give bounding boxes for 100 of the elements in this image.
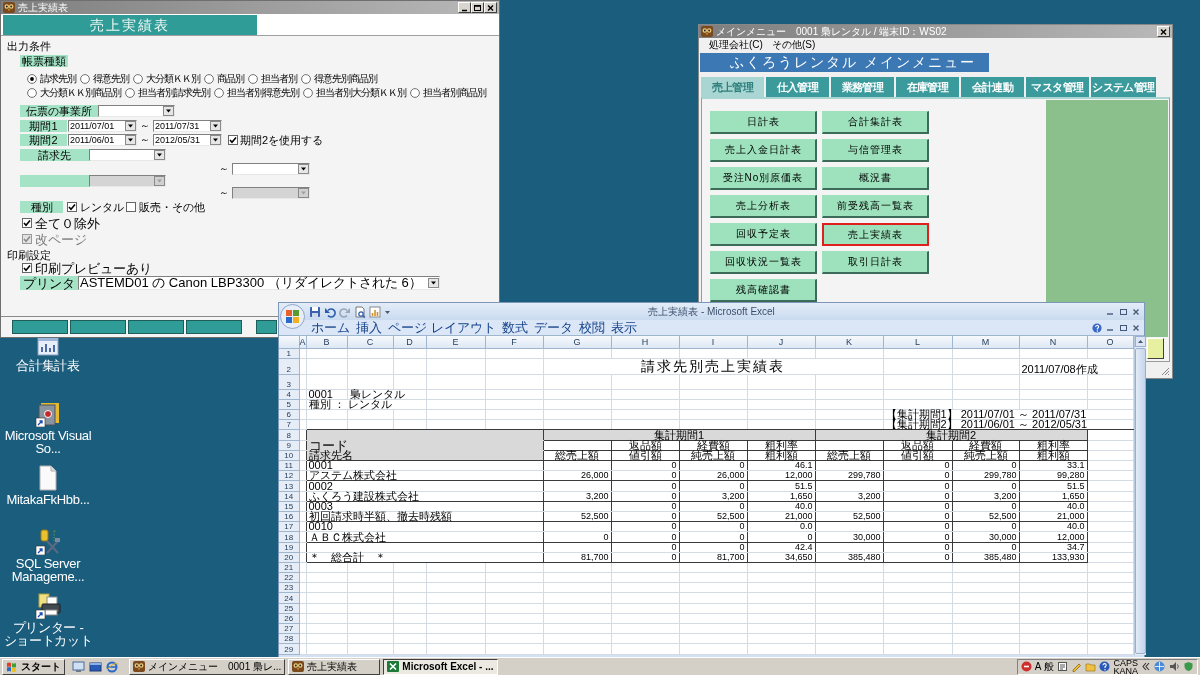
close-button[interactable] bbox=[1157, 26, 1170, 37]
radio-button[interactable] bbox=[410, 88, 420, 98]
window-icon[interactable] bbox=[89, 660, 102, 673]
row-number[interactable]: 27 bbox=[279, 623, 299, 634]
checkbox[interactable] bbox=[126, 202, 136, 212]
menu-item[interactable]: 処理会社(C) bbox=[709, 39, 763, 50]
dropdown-arrow-icon[interactable] bbox=[298, 164, 309, 174]
dropdown-field[interactable]: 2011/07/31 bbox=[153, 120, 222, 132]
dropdown-field[interactable]: ASTEMD01 の Canon LBP3300 （リダイレクトされた 6） bbox=[78, 276, 440, 290]
dropdown-arrow-icon[interactable] bbox=[154, 150, 165, 160]
dropdown-arrow-icon[interactable] bbox=[210, 121, 221, 131]
ribbon-tab[interactable]: 挿入 bbox=[356, 321, 382, 334]
dropdown-arrow-icon[interactable] bbox=[210, 135, 221, 145]
row-number[interactable]: 23 bbox=[279, 582, 299, 593]
row-number[interactable]: 16 bbox=[279, 511, 299, 522]
row-number[interactable]: 7 bbox=[279, 419, 299, 430]
taskbar-button[interactable]: Microsoft Excel - ... bbox=[383, 658, 498, 675]
browser-icon[interactable] bbox=[106, 660, 118, 673]
row-number[interactable]: 10 bbox=[279, 450, 299, 461]
taskbar-button[interactable]: 売上実績表 bbox=[288, 658, 381, 675]
row-number[interactable]: 28 bbox=[279, 633, 299, 644]
save-icon[interactable] bbox=[309, 305, 321, 318]
globe-icon[interactable] bbox=[1153, 661, 1166, 672]
taskbar-button[interactable]: メインメニュー 0001 梟レ... bbox=[129, 658, 286, 675]
monitor-icon[interactable] bbox=[72, 660, 85, 673]
row-number[interactable]: 25 bbox=[279, 603, 299, 614]
row-number[interactable]: 21 bbox=[279, 562, 299, 573]
column-letter[interactable]: E bbox=[426, 336, 485, 348]
column-letter[interactable]: H bbox=[611, 336, 679, 348]
speaker-icon[interactable] bbox=[1169, 661, 1180, 672]
column-letter[interactable]: D bbox=[393, 336, 426, 348]
close-button[interactable] bbox=[484, 2, 497, 13]
row-number[interactable]: 8 bbox=[279, 429, 299, 441]
column-letter[interactable]: F bbox=[485, 336, 543, 348]
row-number[interactable]: 5 bbox=[279, 399, 299, 410]
row-number[interactable]: 24 bbox=[279, 592, 299, 604]
row-number[interactable]: 12 bbox=[279, 470, 299, 481]
report-menu-button[interactable]: 取引日計表 bbox=[822, 251, 929, 274]
report-menu-button[interactable]: 売上分析表 bbox=[710, 195, 817, 218]
report-menu-button[interactable]: 受注No別原価表 bbox=[710, 167, 817, 190]
radio-button[interactable] bbox=[303, 88, 313, 98]
checkbox[interactable] bbox=[228, 135, 238, 145]
row-number[interactable]: 4 bbox=[279, 389, 299, 400]
dropdown-field[interactable] bbox=[232, 163, 310, 175]
report-menu-button[interactable]: 与信管理表 bbox=[822, 139, 929, 162]
report-menu-button[interactable]: 残高確認書 bbox=[710, 279, 817, 302]
help-icon[interactable] bbox=[1099, 661, 1111, 672]
column-letter[interactable]: N bbox=[1019, 336, 1087, 348]
no-entry-icon[interactable] bbox=[1020, 661, 1032, 672]
dropdown-arrow-icon[interactable] bbox=[428, 278, 439, 288]
column-letter[interactable]: G bbox=[543, 336, 611, 348]
input-mode-indicator[interactable]: 般 bbox=[1044, 660, 1055, 673]
dropdown-field[interactable]: 2012/05/31 bbox=[153, 134, 222, 146]
report-menu-button[interactable]: 合計集計表 bbox=[822, 111, 929, 134]
radio-button[interactable] bbox=[133, 74, 143, 84]
row-number[interactable]: 19 bbox=[279, 542, 299, 553]
help-icon[interactable] bbox=[1092, 322, 1102, 333]
chevron-icon[interactable] bbox=[1141, 661, 1150, 672]
report-menu-button[interactable]: 日計表 bbox=[710, 111, 817, 134]
column-letter[interactable]: M bbox=[952, 336, 1019, 348]
checkbox[interactable] bbox=[22, 263, 32, 273]
row-number[interactable]: 1 bbox=[279, 348, 299, 359]
ribbon-tab[interactable]: ホーム bbox=[311, 321, 350, 334]
radio-button[interactable] bbox=[214, 88, 224, 98]
report-menu-button[interactable]: 前受残高一覧表 bbox=[822, 195, 929, 218]
column-letter[interactable]: I bbox=[679, 336, 747, 348]
column-letter[interactable]: B bbox=[306, 336, 347, 348]
report-menu-button[interactable]: 概況書 bbox=[822, 167, 929, 190]
checkbox[interactable] bbox=[22, 218, 32, 228]
row-number[interactable]: 18 bbox=[279, 531, 299, 542]
row-number[interactable]: 15 bbox=[279, 501, 299, 512]
printer-icon[interactable] bbox=[35, 593, 61, 619]
notepad-icon[interactable] bbox=[1057, 661, 1069, 672]
dropdown-arrow-icon[interactable] bbox=[125, 135, 136, 145]
row-number[interactable]: 11 bbox=[279, 460, 299, 471]
column-letter[interactable]: L bbox=[883, 336, 952, 348]
ribbon-tab[interactable]: 数式 bbox=[501, 321, 528, 334]
icon-label[interactable]: 合計集計表 bbox=[16, 359, 80, 372]
ribbon-tab[interactable]: 表示 bbox=[610, 321, 637, 334]
resize-grip-icon[interactable] bbox=[1160, 366, 1170, 376]
dropdown-field[interactable] bbox=[89, 149, 166, 161]
maximize-button[interactable] bbox=[471, 2, 484, 13]
row-number[interactable]: 29 bbox=[279, 643, 299, 655]
row-number[interactable]: 6 bbox=[279, 409, 299, 420]
radio-button[interactable] bbox=[204, 74, 214, 84]
print-preview-icon[interactable] bbox=[354, 305, 366, 318]
dropdown-field[interactable]: 2011/06/01 bbox=[68, 134, 137, 146]
scroll-up-icon[interactable] bbox=[1134, 336, 1146, 347]
column-letter[interactable]: K bbox=[815, 336, 883, 348]
database-tools-icon[interactable] bbox=[35, 529, 61, 555]
ribbon-tab[interactable]: データ bbox=[533, 321, 573, 334]
icon-label[interactable]: SQL Server Manageme... bbox=[0, 557, 96, 583]
report-menu-button[interactable]: 売上実績表 bbox=[822, 223, 929, 246]
chart-window-icon[interactable] bbox=[35, 337, 61, 357]
input-mode-indicator[interactable]: A bbox=[1034, 660, 1042, 673]
row-number[interactable]: 20 bbox=[279, 552, 299, 563]
ribbon-tab[interactable]: ページ レイアウト bbox=[388, 321, 496, 334]
report-menu-button[interactable]: 売上入金日計表 bbox=[710, 139, 817, 162]
column-letter[interactable]: O bbox=[1087, 336, 1133, 348]
start-button[interactable]: スタート bbox=[2, 658, 65, 675]
